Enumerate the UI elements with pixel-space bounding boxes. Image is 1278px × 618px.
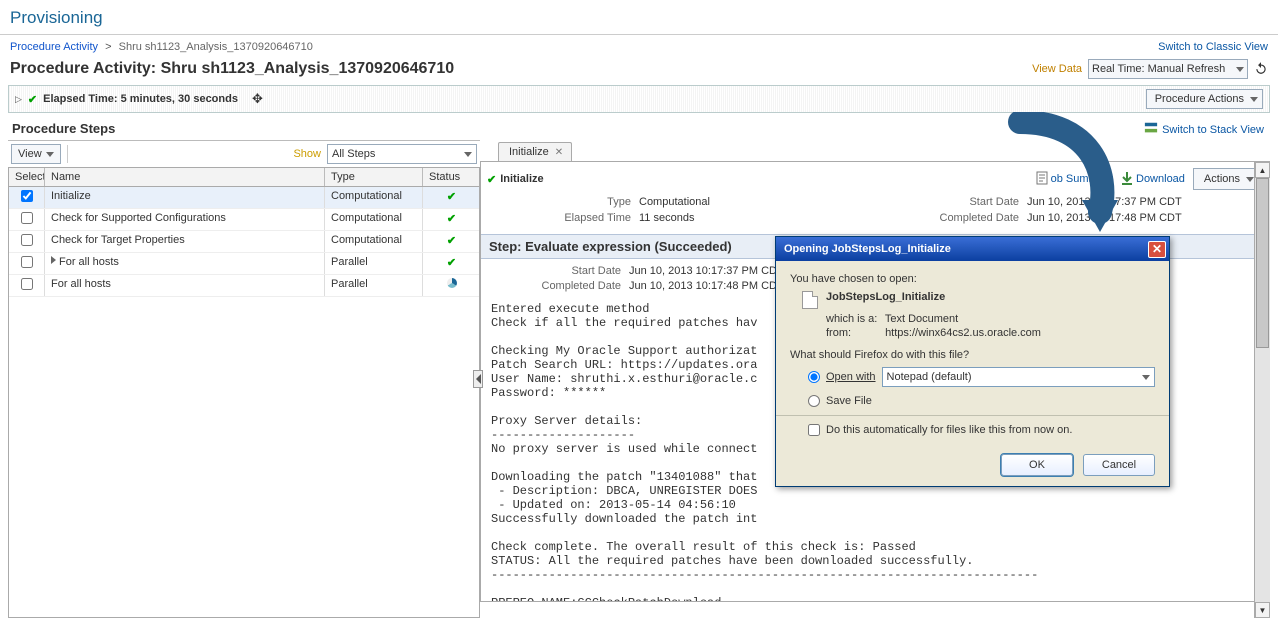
file-type-value: Text Document — [885, 313, 958, 325]
col-status: Status — [423, 168, 481, 186]
show-filter-select[interactable]: All Steps — [327, 144, 477, 164]
dialog-title: Opening JobStepsLog_Initialize — [784, 243, 951, 255]
dropdown-icon — [46, 152, 54, 157]
row-select-checkbox[interactable] — [21, 278, 33, 290]
col-type: Type — [325, 168, 423, 186]
switch-classic-link[interactable]: Switch to Classic View — [1158, 41, 1268, 53]
document-icon — [1036, 171, 1048, 188]
steps-table: Select Name Type Status Initialize Compu… — [8, 167, 480, 618]
ok-button[interactable]: OK — [1001, 454, 1073, 476]
meta-completed: Jun 10, 2013 10:17:48 PM CDT — [1027, 212, 1259, 224]
meta-elapsed: 11 seconds — [639, 212, 871, 224]
switch-stack-link[interactable]: Switch to Stack View — [1144, 121, 1264, 138]
save-file-radio[interactable] — [808, 395, 820, 407]
download-link[interactable]: Download — [1121, 171, 1185, 188]
row-select-checkbox[interactable] — [21, 212, 33, 224]
tab-initialize[interactable]: Initialize ✕ — [498, 142, 572, 161]
scroll-thumb[interactable] — [1256, 178, 1269, 348]
actions-menu[interactable]: Actions — [1193, 168, 1259, 190]
row-select-checkbox[interactable] — [21, 256, 33, 268]
dialog-prompt-1: You have chosen to open: — [790, 273, 1155, 285]
breadcrumb-root-link[interactable]: Procedure Activity — [10, 41, 98, 53]
open-with-select[interactable]: Notepad (default) — [882, 367, 1155, 387]
view-menu[interactable]: View — [11, 144, 61, 164]
cancel-button[interactable]: Cancel — [1083, 454, 1155, 476]
dropdown-icon — [1246, 177, 1254, 182]
table-row[interactable]: For all hosts Parallel — [9, 275, 479, 297]
dropdown-icon — [1236, 67, 1244, 72]
col-name: Name — [45, 168, 325, 186]
status-check-icon: ✔ — [447, 213, 456, 225]
elapsed-time-text: Elapsed Time: 5 minutes, 30 seconds — [43, 93, 238, 105]
stack-icon — [1144, 121, 1158, 138]
row-select-checkbox[interactable] — [21, 190, 33, 202]
table-row[interactable]: Initialize Computational ✔ — [9, 187, 479, 209]
view-data-label: View Data — [1032, 63, 1082, 75]
close-tab-icon[interactable]: ✕ — [555, 147, 563, 158]
procedure-title: Procedure Activity: Shru sh1123_Analysis… — [10, 60, 454, 78]
download-icon — [1121, 171, 1133, 188]
dialog-prompt-2: What should Firefox do with this file? — [790, 349, 1155, 361]
status-check-icon: ✔ — [28, 93, 37, 106]
procedure-actions-menu[interactable]: Procedure Actions — [1146, 89, 1263, 109]
col-select: Select — [9, 168, 45, 186]
table-row[interactable]: Check for Target Properties Computationa… — [9, 231, 479, 253]
view-data-value: Real Time: Manual Refresh — [1092, 63, 1225, 75]
dropdown-icon — [1250, 97, 1258, 102]
breadcrumb: Procedure Activity > Shru sh1123_Analysi… — [10, 41, 313, 53]
meta-type: Computational — [639, 196, 871, 208]
table-row[interactable]: For all hosts Parallel ✔ — [9, 253, 479, 275]
status-check-icon: ✔ — [447, 191, 456, 203]
open-with-radio[interactable] — [808, 371, 820, 383]
move-cursor-icon: ✥ — [252, 91, 263, 107]
dropdown-icon — [1142, 375, 1150, 380]
row-select-checkbox[interactable] — [21, 234, 33, 246]
status-running-icon — [447, 278, 457, 288]
procedure-steps-heading: Procedure Steps — [0, 113, 127, 140]
job-summary-link[interactable]: ob Summary — [1036, 171, 1113, 188]
auto-checkbox[interactable] — [808, 424, 820, 436]
status-check-icon: ✔ — [447, 235, 456, 247]
refresh-icon[interactable] — [1254, 61, 1268, 78]
dialog-close-button[interactable]: ✕ — [1148, 241, 1166, 258]
expand-icon[interactable]: ▷ — [15, 94, 22, 105]
status-check-icon: ✔ — [487, 173, 496, 186]
meta-start: Jun 10, 2013 10:17:37 PM CDT — [1027, 196, 1259, 208]
detail-title: Initialize — [500, 173, 543, 185]
status-check-icon: ✔ — [447, 257, 456, 269]
file-from-value: https://winx64cs2.us.oracle.com — [885, 327, 1041, 339]
file-open-dialog: Opening JobStepsLog_Initialize ✕ You hav… — [775, 236, 1170, 487]
file-icon — [802, 291, 818, 309]
dropdown-icon — [464, 152, 472, 157]
page-title: Provisioning — [0, 0, 1278, 35]
scrollbar[interactable]: ▲ ▼ — [1254, 162, 1270, 618]
view-data-select[interactable]: Real Time: Manual Refresh — [1088, 59, 1248, 79]
table-row[interactable]: Check for Supported Configurations Compu… — [9, 209, 479, 231]
panel-splitter[interactable] — [473, 370, 483, 388]
expand-row-icon[interactable] — [51, 256, 56, 264]
scroll-up-button[interactable]: ▲ — [1255, 162, 1270, 178]
show-label: Show — [293, 148, 321, 160]
dialog-filename: JobStepsLog_Initialize — [826, 291, 945, 303]
breadcrumb-current: Shru sh1123_Analysis_1370920646710 — [119, 41, 313, 53]
